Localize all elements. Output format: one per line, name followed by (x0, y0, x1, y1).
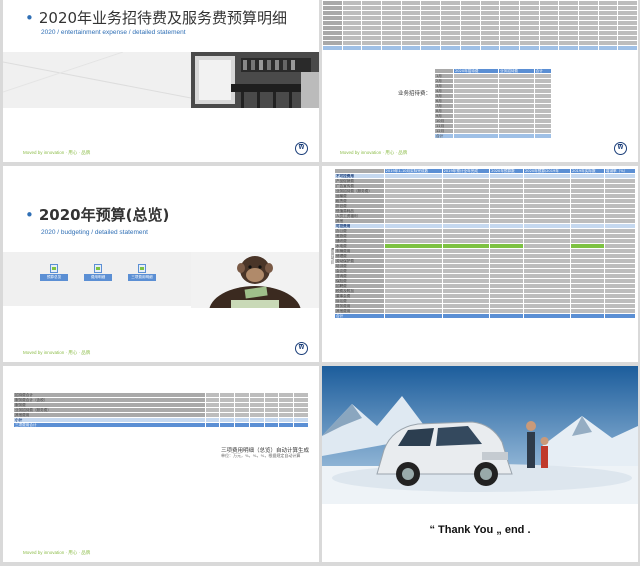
slide-footer: Moved by innovation · 用心 · 品牌 (340, 150, 408, 155)
slide-3[interactable]: • 2020年预算(总览) 2020 / budgeting / detailed… (3, 166, 319, 362)
bar-interior-photo (191, 52, 319, 108)
table-cell (381, 45, 402, 51)
document-icon (138, 264, 146, 273)
table-cell (361, 45, 383, 51)
slide-subtitle: 2020 / budgeting / detailed statement (41, 229, 148, 236)
vw-logo-icon (614, 142, 627, 155)
table-cell (577, 45, 599, 51)
slide-1[interactable]: • 2020年业务招待费及服务费预算明细 2020 / entertainment… (3, 0, 319, 162)
table-cell (263, 422, 280, 428)
table-cell (341, 45, 363, 51)
diagonal-lines (3, 51, 192, 99)
table-row (322, 45, 638, 51)
slide-5[interactable]: 招待费合计 服务费合计（含税） 服务费 业务招待费（服务费） 其他费用 小计 三项费用合计 … (3, 366, 319, 562)
table-cell (234, 422, 250, 428)
table-row: 合计 (334, 313, 637, 319)
table-cell (498, 133, 535, 139)
table-cell (400, 45, 422, 51)
slide-2[interactable]: 业务招待费： 2020年招待费 业务招待费 合计 1月 2月 3月 4月 5月 6月 7月 8月 9月… (322, 0, 638, 162)
entertainment-table: 2020年招待费 业务招待费 合计 1月 2月 3月 4月 5月 6月 7月 8月 9月 10月 11月 1… (434, 68, 553, 139)
gray-band (3, 51, 192, 108)
three-expense-button[interactable]: 三项费用明细 (128, 264, 156, 282)
table-cell (383, 313, 443, 319)
table-cell (420, 45, 442, 51)
table-cell (248, 422, 265, 428)
slide-title: • 2020年业务招待费及服务费预算明细 (25, 9, 288, 27)
table-cell (603, 313, 637, 319)
slide-6[interactable]: “ Thank You „ end . (322, 366, 638, 562)
slide-4[interactable]: 费用项目 2019年1-10月实际完成数 2019年预计全年完成 2020年预算数 2… (322, 166, 638, 362)
document-icon (94, 264, 102, 273)
slide-footer: Moved by innovation · 用心 · 品牌 (23, 350, 91, 355)
side-label: 业务招待费： (398, 91, 432, 97)
table-cell (293, 422, 309, 428)
table-cell (538, 45, 560, 51)
table-cell (204, 422, 221, 428)
table-cell (278, 422, 295, 428)
table-cell (558, 45, 579, 51)
table-cell (440, 45, 461, 51)
three-expense-table: 招待费合计 服务费合计（含税） 服务费 业务招待费（服务费） 其他费用 小计 三项费用合计 (13, 392, 309, 428)
document-icon (50, 264, 58, 273)
total-label: 合计 (334, 313, 385, 319)
table-cell (441, 313, 491, 319)
table-cell (489, 313, 524, 319)
vw-logo-icon (295, 142, 308, 155)
table-cell (322, 45, 343, 51)
table-row: 三项费用合计 (13, 422, 309, 428)
total-label: 合计 (434, 133, 454, 139)
note-subtitle: 单位：万元，%，%，%，根据规定自动计算 (221, 453, 301, 458)
table-cell (570, 313, 605, 319)
slide-footer: Moved by innovation · 用心 · 品牌 (23, 150, 91, 155)
table-cell (452, 133, 500, 139)
table-cell (597, 45, 619, 51)
table-cell (459, 45, 481, 51)
vw-logo-icon (295, 342, 308, 355)
thank-you-text: “ Thank You „ end . (429, 524, 531, 536)
slide-title: • 2020年预算(总览) (25, 206, 170, 224)
monkey-money-photo (191, 252, 319, 308)
slide-footer: Moved by innovation · 用心 · 品牌 (23, 550, 91, 555)
slide-subtitle: 2020 / entertainment expense / detailed … (41, 29, 186, 36)
table-cell (617, 45, 638, 51)
table-cell (219, 422, 236, 428)
table-cell (533, 133, 553, 139)
table-cell (499, 45, 520, 51)
table-cell (518, 45, 540, 51)
table-row: 合计 (434, 133, 553, 139)
suv-snow-photo (322, 366, 638, 504)
budget-overview-table: 2019年1-10月实际完成数 2019年预计全年完成 2020年预算数 2020年预… (334, 168, 637, 319)
budget-overview-button[interactable]: 预算总览 (40, 264, 68, 282)
table-cell (522, 313, 572, 319)
top-table (322, 0, 638, 51)
total-label: 三项费用合计 (13, 422, 206, 428)
expense-detail-button[interactable]: 费用明细 (84, 264, 112, 282)
table-cell (479, 45, 501, 51)
